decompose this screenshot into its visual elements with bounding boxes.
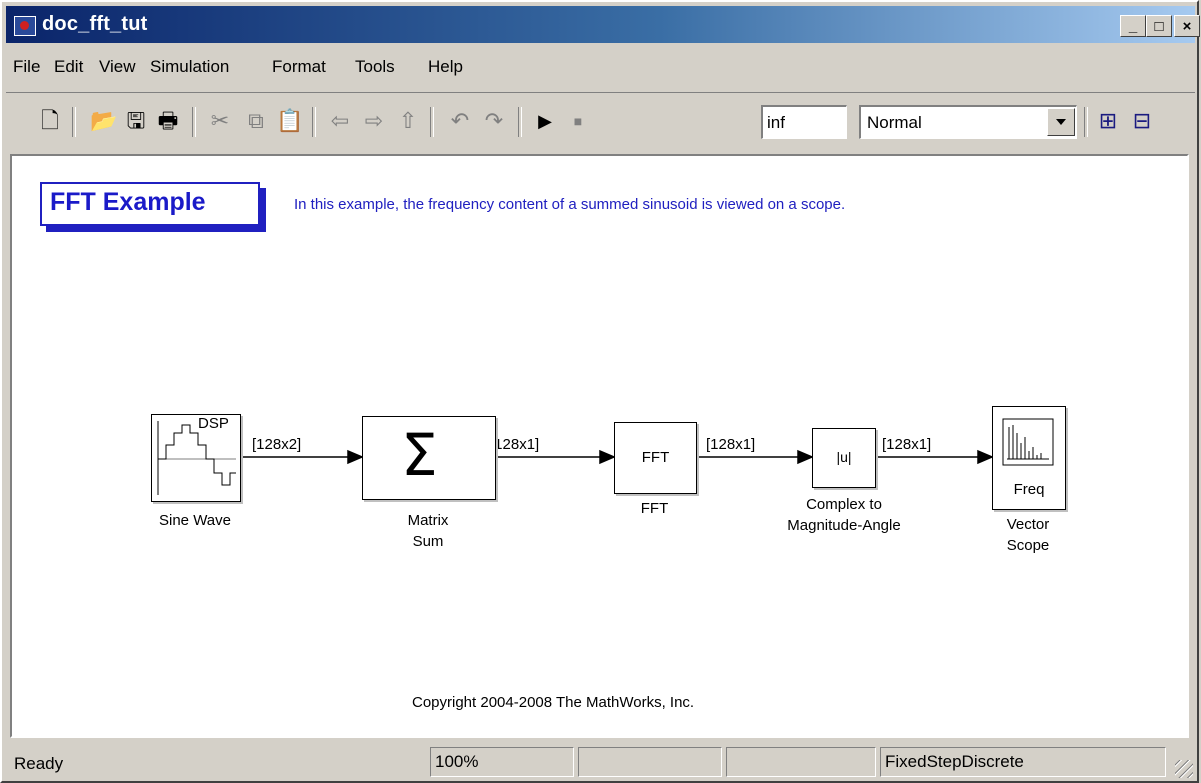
abs-inner-label: |u| xyxy=(836,449,852,465)
up-icon[interactable]: ⇧ xyxy=(394,107,422,135)
menu-format[interactable]: Format xyxy=(272,57,326,77)
toolbar-separator xyxy=(518,107,522,137)
zoom-status: 100% xyxy=(430,747,574,777)
maximize-button[interactable]: □ xyxy=(1146,15,1172,37)
matrix-sum-block[interactable]: Σ xyxy=(362,416,496,500)
menu-file[interactable]: File xyxy=(13,57,40,77)
forward-icon[interactable]: ⇨ xyxy=(360,107,388,135)
menu-view[interactable]: View xyxy=(99,57,136,77)
menu-simulation[interactable]: Simulation xyxy=(150,57,229,77)
signal-dimension: [128x1] xyxy=(706,436,756,453)
paste-icon[interactable]: 📋 xyxy=(276,107,304,135)
arrowhead xyxy=(599,449,616,465)
block-label[interactable]: Complex to Magnitude-Angle xyxy=(752,494,936,536)
toolbar-separator xyxy=(1084,107,1088,137)
block-label-line1: Vector xyxy=(1006,516,1050,533)
undo-icon[interactable]: ↶ xyxy=(446,107,474,135)
chevron-down-icon[interactable] xyxy=(1047,108,1075,136)
block-label[interactable]: Matrix Sum xyxy=(368,510,488,552)
menu-bar: File Edit View Simulation Format Tools H… xyxy=(6,47,1195,85)
print-icon[interactable]: 🖶 xyxy=(154,107,182,135)
menu-help[interactable]: Help xyxy=(428,57,463,77)
new-icon[interactable]: 🗋 xyxy=(36,107,64,135)
fft-block[interactable]: FFT xyxy=(614,422,697,494)
simulation-mode-select[interactable]: Normal xyxy=(859,105,1077,139)
block-label-line1: Matrix xyxy=(407,512,449,529)
block-label-line2: Sum xyxy=(412,533,444,550)
simulation-mode-value: Normal xyxy=(867,113,922,132)
model-canvas[interactable]: FFT Example In this example, the frequen… xyxy=(10,154,1189,738)
model-explorer-icon[interactable]: ⊟ xyxy=(1128,107,1156,135)
block-label[interactable]: FFT xyxy=(614,498,695,519)
window-title: doc_fft_tut xyxy=(42,13,148,35)
save-icon[interactable]: 🖫 xyxy=(122,107,150,135)
title-bar[interactable]: doc_fft_tut _ □ × xyxy=(6,6,1200,43)
status-pane xyxy=(726,747,876,777)
vector-scope-block[interactable]: Freq xyxy=(992,406,1066,510)
copy-icon[interactable]: ⧉ xyxy=(242,107,270,135)
arrowhead xyxy=(347,449,364,465)
arrowhead xyxy=(797,449,814,465)
menu-edit[interactable]: Edit xyxy=(54,57,83,77)
block-label[interactable]: Vector Scope xyxy=(978,514,1078,556)
toolbar-separator xyxy=(192,107,196,137)
status-text: Ready xyxy=(14,754,64,773)
back-icon[interactable]: ⇦ xyxy=(326,107,354,135)
complex-to-magnitude-angle-block[interactable]: |u| xyxy=(812,428,876,488)
minimize-button[interactable]: _ xyxy=(1120,15,1146,37)
solver-status: FixedStepDiscrete xyxy=(880,747,1166,777)
status-bar: Ready 100% FixedStepDiscrete xyxy=(6,744,1195,780)
fft-inner-label: FFT xyxy=(641,449,670,466)
redo-icon[interactable]: ↷ xyxy=(480,107,508,135)
copyright-annotation[interactable]: Copyright 2004-2008 The MathWorks, Inc. xyxy=(412,694,694,711)
block-label-line1: Complex to xyxy=(806,496,882,513)
cut-icon[interactable]: ✂ xyxy=(206,107,234,135)
open-icon[interactable]: 📂 xyxy=(90,107,118,135)
block-label-line2: Magnitude-Angle xyxy=(787,517,901,534)
status-pane xyxy=(578,747,722,777)
menu-tools[interactable]: Tools xyxy=(355,57,395,77)
toolbar-separator xyxy=(72,107,76,137)
sigma-icon: Σ xyxy=(401,421,438,489)
close-button[interactable]: × xyxy=(1174,15,1200,37)
sine-wave-block[interactable]: DSP xyxy=(151,414,241,502)
resize-grip-icon[interactable] xyxy=(1175,760,1193,778)
toolbar: 🗋 📂 🖫 🖶 ✂ ⧉ 📋 ⇦ ⇨ ⇧ ↶ ↷ ▶ ■ inf Normal ⊞… xyxy=(6,92,1195,153)
signal-dimension: [128x2] xyxy=(252,436,302,453)
toolbar-separator xyxy=(312,107,316,137)
freq-label: Freq xyxy=(1013,481,1045,498)
stop-icon[interactable]: ■ xyxy=(564,107,592,135)
start-icon[interactable]: ▶ xyxy=(531,107,559,135)
stop-time-input[interactable]: inf xyxy=(761,105,847,139)
block-label[interactable]: Sine Wave xyxy=(133,510,257,531)
block-label-line2: Scope xyxy=(1006,537,1050,554)
dsp-label: DSP xyxy=(198,415,229,432)
toolbar-separator xyxy=(430,107,434,137)
library-browser-icon[interactable]: ⊞ xyxy=(1094,107,1122,135)
simulink-model-icon[interactable] xyxy=(14,16,36,36)
signal-dimension: [128x1] xyxy=(490,436,540,453)
arrowhead xyxy=(977,449,994,465)
app-window: doc_fft_tut _ □ × File Edit View Simulat… xyxy=(0,0,1200,783)
signal-dimension: [128x1] xyxy=(882,436,932,453)
